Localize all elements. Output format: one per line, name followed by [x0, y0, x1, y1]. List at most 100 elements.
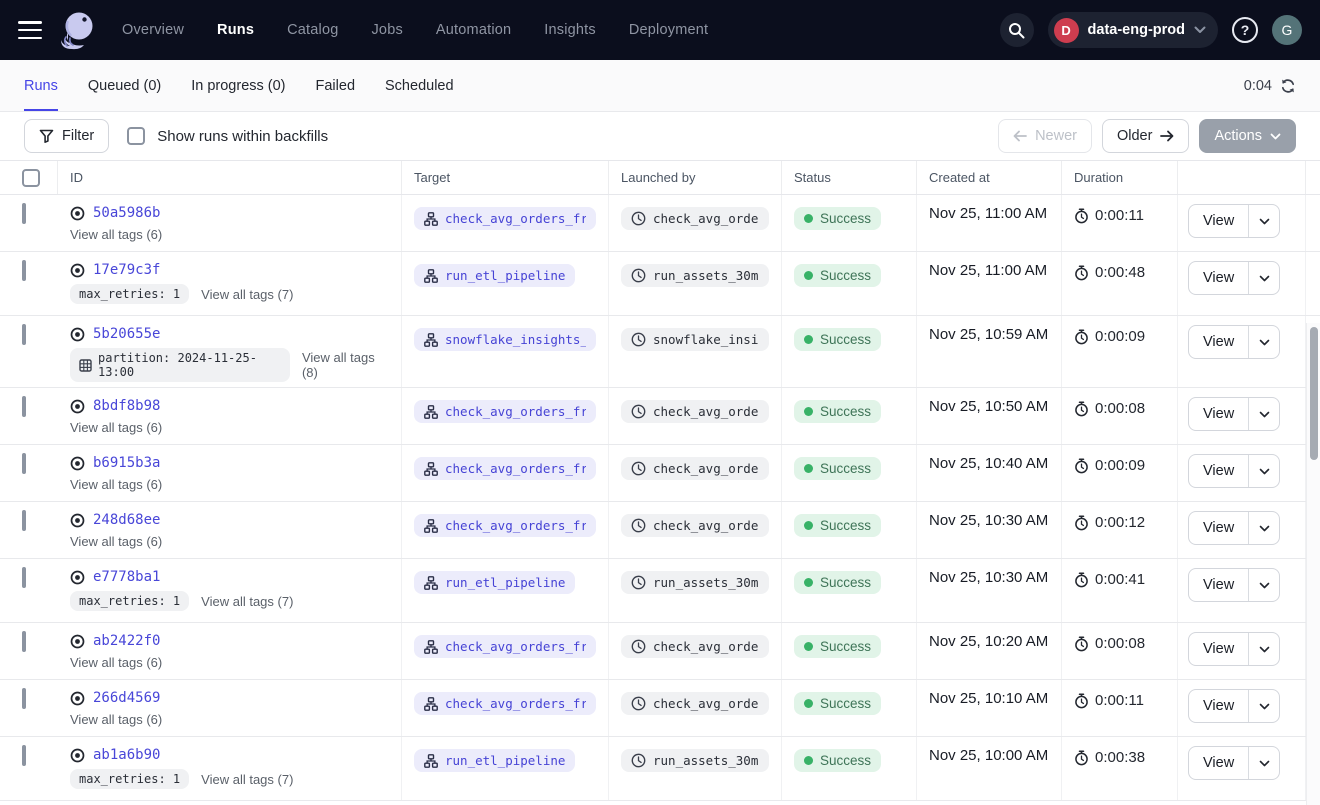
- view-dropdown-button[interactable]: [1249, 326, 1279, 358]
- view-dropdown-button[interactable]: [1249, 455, 1279, 487]
- refresh-icon[interactable]: [1280, 78, 1296, 94]
- run-tag-pill[interactable]: max_retries: 1: [70, 591, 189, 611]
- view-button[interactable]: View: [1189, 455, 1249, 487]
- tab-in-progress[interactable]: In progress (0): [191, 60, 285, 111]
- row-checkbox[interactable]: [22, 203, 26, 224]
- status-badge[interactable]: Success: [794, 514, 881, 537]
- run-tag-pill[interactable]: partition: 2024-11-25-13:00: [70, 348, 290, 382]
- view-button[interactable]: View: [1189, 398, 1249, 430]
- row-checkbox[interactable]: [22, 567, 26, 588]
- tab-scheduled[interactable]: Scheduled: [385, 60, 454, 111]
- older-button[interactable]: Older: [1102, 119, 1189, 153]
- status-badge[interactable]: Success: [794, 571, 881, 594]
- view-all-tags-link[interactable]: View all tags (6): [70, 227, 162, 242]
- run-id-link[interactable]: e7778ba1: [93, 569, 160, 585]
- run-tag-pill[interactable]: max_retries: 1: [70, 284, 189, 304]
- row-checkbox[interactable]: [22, 396, 26, 417]
- nav-item-overview[interactable]: Overview: [122, 22, 184, 38]
- view-dropdown-button[interactable]: [1249, 633, 1279, 665]
- view-dropdown-button[interactable]: [1249, 747, 1279, 779]
- status-badge[interactable]: Success: [794, 328, 881, 351]
- run-id-link[interactable]: 17e79c3f: [93, 262, 160, 278]
- launched-by-pill[interactable]: check_avg_orders_f…: [621, 635, 769, 658]
- nav-item-jobs[interactable]: Jobs: [371, 22, 402, 38]
- launched-by-pill[interactable]: run_assets_30min: [621, 264, 769, 287]
- view-button[interactable]: View: [1189, 326, 1249, 358]
- target-pill[interactable]: check_avg_orders_freshne: [414, 207, 596, 230]
- launched-by-pill[interactable]: check_avg_orders_f…: [621, 692, 769, 715]
- target-pill[interactable]: check_avg_orders_freshne: [414, 635, 596, 658]
- launched-by-pill[interactable]: check_avg_orders_f…: [621, 207, 769, 230]
- view-all-tags-link[interactable]: View all tags (8): [302, 350, 389, 380]
- deployment-switcher[interactable]: D data-eng-prod: [1048, 12, 1218, 48]
- row-checkbox[interactable]: [22, 260, 26, 281]
- status-badge[interactable]: Success: [794, 749, 881, 772]
- nav-item-insights[interactable]: Insights: [544, 22, 596, 38]
- run-id-link[interactable]: 5b20655e: [93, 326, 160, 342]
- tab-failed[interactable]: Failed: [316, 60, 356, 111]
- launched-by-pill[interactable]: run_assets_30min: [621, 749, 769, 772]
- launched-by-pill[interactable]: check_avg_orders_f…: [621, 457, 769, 480]
- run-tag-pill[interactable]: max_retries: 1: [70, 769, 189, 789]
- target-pill[interactable]: check_avg_orders_freshne: [414, 457, 596, 480]
- view-dropdown-button[interactable]: [1249, 262, 1279, 294]
- help-button[interactable]: ?: [1232, 17, 1258, 43]
- run-id-link[interactable]: 266d4569: [93, 690, 160, 706]
- launched-by-pill[interactable]: run_assets_30min: [621, 571, 769, 594]
- target-pill[interactable]: check_avg_orders_freshne: [414, 692, 596, 715]
- nav-item-catalog[interactable]: Catalog: [287, 22, 338, 38]
- search-button[interactable]: [1000, 13, 1034, 47]
- tab-queued[interactable]: Queued (0): [88, 60, 161, 111]
- view-button[interactable]: View: [1189, 512, 1249, 544]
- target-pill[interactable]: check_avg_orders_freshne: [414, 400, 596, 423]
- nav-item-runs[interactable]: Runs: [217, 22, 254, 38]
- view-button[interactable]: View: [1189, 205, 1249, 237]
- view-all-tags-link[interactable]: View all tags (6): [70, 712, 162, 727]
- status-badge[interactable]: Success: [794, 400, 881, 423]
- view-dropdown-button[interactable]: [1249, 569, 1279, 601]
- view-button[interactable]: View: [1189, 747, 1249, 779]
- nav-item-automation[interactable]: Automation: [436, 22, 511, 38]
- row-checkbox[interactable]: [22, 324, 26, 345]
- view-dropdown-button[interactable]: [1249, 690, 1279, 722]
- row-checkbox[interactable]: [22, 745, 26, 766]
- view-button[interactable]: View: [1189, 569, 1249, 601]
- show-backfills-checkbox[interactable]: [127, 127, 145, 145]
- scrollbar-thumb[interactable]: [1310, 327, 1318, 460]
- view-all-tags-link[interactable]: View all tags (7): [201, 287, 293, 302]
- view-button[interactable]: View: [1189, 633, 1249, 665]
- newer-button[interactable]: Newer: [998, 119, 1092, 153]
- status-badge[interactable]: Success: [794, 207, 881, 230]
- target-pill[interactable]: run_etl_pipeline: [414, 571, 575, 594]
- target-pill[interactable]: snowflake_insights_import: [414, 328, 596, 351]
- row-checkbox[interactable]: [22, 631, 26, 652]
- target-pill[interactable]: run_etl_pipeline: [414, 264, 575, 287]
- launched-by-pill[interactable]: snowflake_insights_…: [621, 328, 769, 351]
- row-checkbox[interactable]: [22, 510, 26, 531]
- view-dropdown-button[interactable]: [1249, 512, 1279, 544]
- view-all-tags-link[interactable]: View all tags (6): [70, 420, 162, 435]
- row-checkbox[interactable]: [22, 453, 26, 474]
- select-all-checkbox[interactable]: [22, 169, 40, 187]
- target-pill[interactable]: run_etl_pipeline: [414, 749, 575, 772]
- hamburger-menu-icon[interactable]: [18, 21, 42, 39]
- target-pill[interactable]: check_avg_orders_freshne: [414, 514, 596, 537]
- view-all-tags-link[interactable]: View all tags (6): [70, 655, 162, 670]
- view-dropdown-button[interactable]: [1249, 205, 1279, 237]
- status-badge[interactable]: Success: [794, 692, 881, 715]
- run-id-link[interactable]: 8bdf8b98: [93, 398, 160, 414]
- user-avatar[interactable]: G: [1272, 15, 1302, 45]
- actions-button[interactable]: Actions: [1199, 119, 1296, 153]
- view-dropdown-button[interactable]: [1249, 398, 1279, 430]
- row-checkbox[interactable]: [22, 688, 26, 709]
- run-id-link[interactable]: ab1a6b90: [93, 747, 160, 763]
- vertical-scrollbar[interactable]: [1306, 323, 1320, 805]
- view-button[interactable]: View: [1189, 690, 1249, 722]
- run-id-link[interactable]: 50a5986b: [93, 205, 160, 221]
- launched-by-pill[interactable]: check_avg_orders_f…: [621, 514, 769, 537]
- dagster-logo[interactable]: [58, 8, 98, 52]
- view-all-tags-link[interactable]: View all tags (6): [70, 477, 162, 492]
- view-all-tags-link[interactable]: View all tags (7): [201, 772, 293, 787]
- view-all-tags-link[interactable]: View all tags (7): [201, 594, 293, 609]
- status-badge[interactable]: Success: [794, 457, 881, 480]
